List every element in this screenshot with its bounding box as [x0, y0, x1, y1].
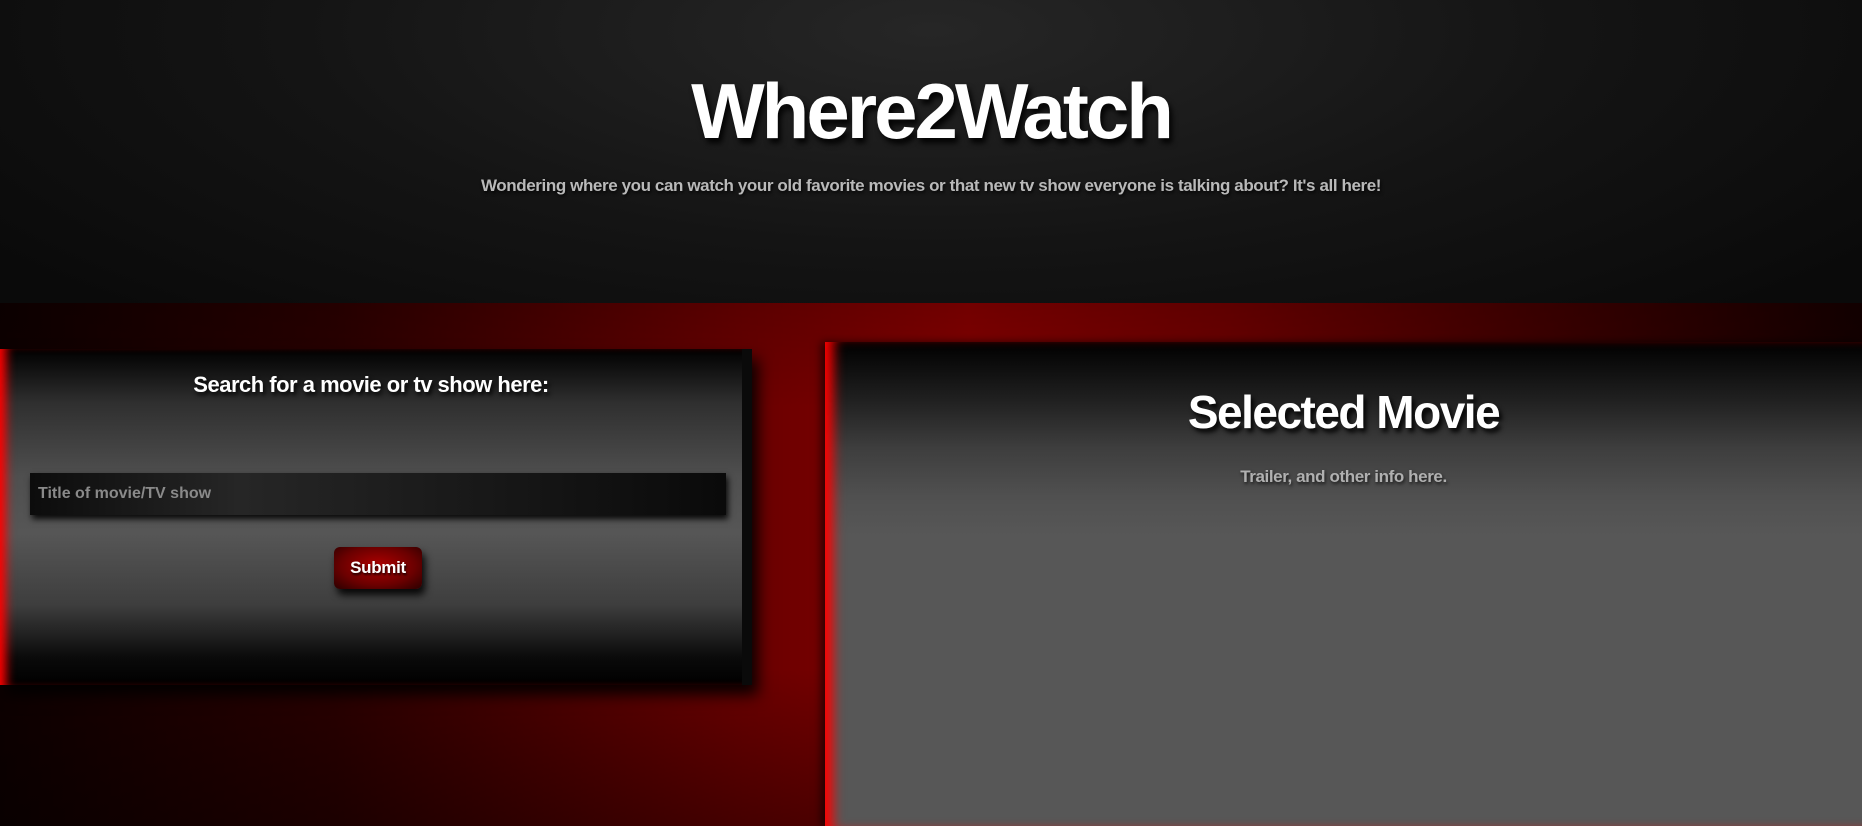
site-header: Where2Watch Wondering where you can watc…	[0, 0, 1862, 303]
main-section: Search for a movie or tv show here: Subm…	[0, 303, 1862, 826]
site-tagline: Wondering where you can watch your old f…	[480, 176, 1382, 195]
search-input[interactable]	[30, 473, 726, 515]
search-heading: Search for a movie or tv show here:	[193, 372, 549, 397]
selected-movie-info: Trailer, and other info here.	[1240, 467, 1447, 486]
selected-movie-panel: Selected Movie Trailer, and other info h…	[825, 342, 1862, 826]
site-title: Where2Watch	[691, 67, 1174, 155]
selected-movie-title: Selected Movie	[1187, 386, 1501, 438]
search-panel: Search for a movie or tv show here: Subm…	[0, 349, 752, 685]
submit-button[interactable]: Submit	[334, 547, 422, 589]
